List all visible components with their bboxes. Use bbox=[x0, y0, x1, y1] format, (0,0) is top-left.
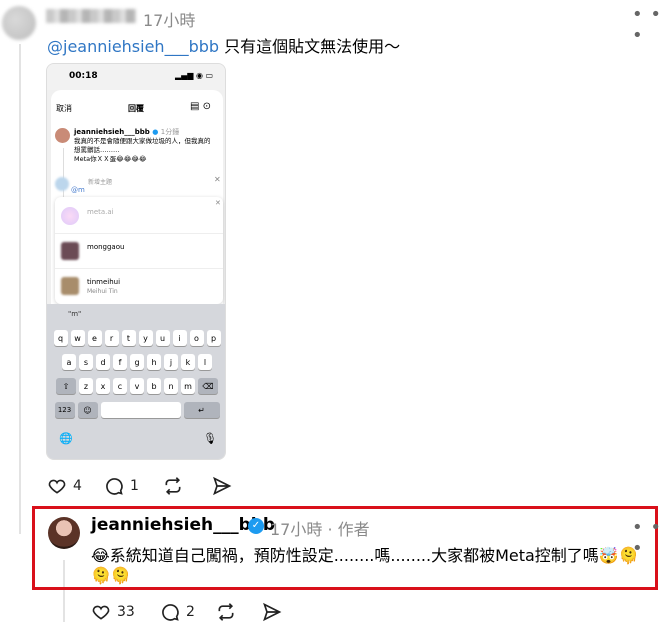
like-count: 33 bbox=[117, 604, 135, 620]
share-button[interactable] bbox=[262, 602, 282, 622]
heart-icon bbox=[92, 605, 110, 620]
reply-input: @m bbox=[71, 186, 85, 194]
reply-count: 2 bbox=[186, 604, 195, 620]
mention-suggestions: ✕ meta.ai monggaou tinmeihui Meihui Tin bbox=[55, 197, 223, 304]
keyboard-row-2: as df gh jk l bbox=[47, 354, 225, 370]
reply-count: 1 bbox=[130, 478, 139, 494]
like-count: 4 bbox=[73, 478, 82, 494]
suggestion-avatar bbox=[61, 242, 79, 260]
share-icon bbox=[213, 476, 232, 496]
like-button[interactable]: 33 bbox=[91, 602, 135, 622]
verified-icon: ✓ bbox=[248, 518, 264, 534]
share-icon bbox=[263, 602, 282, 622]
repost-button[interactable] bbox=[216, 602, 236, 622]
share-button[interactable] bbox=[212, 476, 232, 496]
meta-ai-avatar bbox=[61, 207, 79, 225]
suggestion-row: meta.ai bbox=[55, 199, 223, 234]
keyboard: "m" qw er ty ui op as df gh jk l ⇧ z xc v… bbox=[47, 304, 225, 459]
post-avatar bbox=[55, 128, 70, 143]
more-icon[interactable]: • • • bbox=[632, 4, 667, 46]
author-avatar[interactable] bbox=[48, 517, 80, 549]
keyboard-row-3: ⇧ z xc vb nm ⌫ bbox=[47, 378, 225, 394]
comment-icon bbox=[106, 478, 123, 495]
heart-icon bbox=[48, 479, 66, 494]
reply-button[interactable]: 2 bbox=[160, 602, 195, 622]
phone-status-bar: 00:18 ▂▄▆ ◉ ▭ bbox=[47, 64, 225, 90]
mic-icon: 🎙 bbox=[203, 432, 217, 445]
globe-icon: 🌐 bbox=[59, 432, 73, 445]
post-text: 我真的不是會隨便跟大家做垃圾的人，但我真的想罵髒話……… Meta你ＸＸ蛋😂😂😂… bbox=[74, 137, 211, 163]
reply-time: 17小時 · 作者 bbox=[270, 520, 370, 539]
repost-button[interactable] bbox=[163, 476, 183, 496]
suggestion-row: tinmeihui Meihui Tin bbox=[55, 269, 223, 304]
cancel-button: 取消 bbox=[56, 104, 72, 113]
reply-button[interactable]: 1 bbox=[104, 476, 139, 496]
mention-link[interactable]: @jeanniehsieh___bbb bbox=[47, 37, 219, 56]
repost-icon bbox=[218, 603, 234, 621]
suggestion-row: monggaou bbox=[55, 234, 223, 269]
draft-more-icons: ▤ ⊙ bbox=[190, 101, 212, 112]
comment-text: @jeanniehsieh___bbb 只有這個貼文無法使用～ bbox=[47, 37, 401, 56]
reply-text: 😂系統知道自己闖禍，預防性設定........嗎........大家都被Meta… bbox=[91, 546, 639, 565]
input-avatar bbox=[55, 177, 69, 191]
thread-line bbox=[19, 44, 21, 534]
reply-sheet: 取消 回覆 ▤ ⊙ jeanniehsieh___bbb ● 1分鐘 我真的不是… bbox=[51, 90, 223, 304]
close-icon: ✕ bbox=[214, 175, 221, 184]
attached-screenshot[interactable]: 00:18 ▂▄▆ ◉ ▭ 取消 回覆 ▤ ⊙ jeanniehsieh___b… bbox=[46, 63, 226, 460]
repost-icon bbox=[165, 477, 181, 495]
keyboard-row-1: qw er ty ui op bbox=[47, 330, 225, 346]
suggestion-avatar bbox=[61, 277, 79, 295]
keyboard-row-4: 123 ☺ ↵ bbox=[47, 402, 225, 418]
like-button[interactable]: 4 bbox=[47, 476, 82, 496]
signal-wifi-battery-icon: ▂▄▆ ◉ ▭ bbox=[175, 71, 214, 80]
post-user: jeanniehsieh___bbb ● 1分鐘 bbox=[74, 128, 180, 136]
commenter-avatar[interactable] bbox=[2, 6, 36, 40]
comment-icon bbox=[162, 604, 179, 621]
comment-time: 17小時 bbox=[143, 11, 196, 30]
sheet-title: 回覆 bbox=[128, 104, 144, 113]
commenter-name-blurred[interactable] bbox=[46, 9, 136, 23]
space-key bbox=[100, 402, 181, 418]
reply-emoji-line: 🫠🫠 bbox=[91, 566, 131, 585]
